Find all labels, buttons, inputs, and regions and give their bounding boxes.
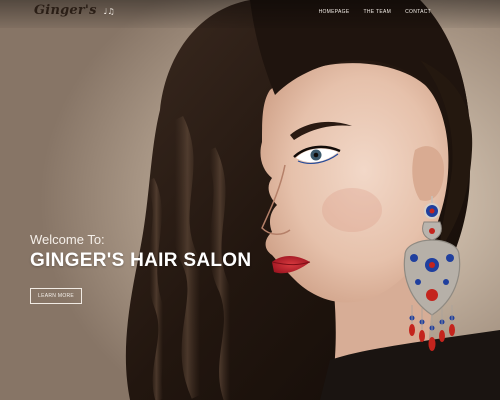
brand-logo[interactable]: Ginger's ♩♫: [34, 3, 115, 18]
logo-suffix: ♩♫: [103, 7, 115, 16]
site-header: Ginger's ♩♫ HOMEPAGE THE TEAM CONTACT: [0, 0, 500, 28]
hero-section: Ginger's ♩♫ HOMEPAGE THE TEAM CONTACT We…: [0, 0, 500, 400]
nav-item-the-team[interactable]: THE TEAM: [357, 9, 399, 15]
hero-welcome-text: Welcome To:: [30, 232, 105, 247]
main-nav: HOMEPAGE THE TEAM CONTACT: [312, 9, 438, 15]
hero-copy: Welcome To: GINGER'S HAIR SALON LEARN MO…: [30, 232, 251, 304]
hero-title: GINGER'S HAIR SALON: [30, 250, 252, 271]
hero-photo: [125, 0, 500, 400]
logo-text: Ginger's: [34, 3, 97, 18]
learn-more-button[interactable]: LEARN MORE: [30, 288, 83, 304]
nav-item-contact[interactable]: CONTACT: [398, 9, 438, 15]
nav-item-homepage[interactable]: HOMEPAGE: [312, 9, 357, 15]
